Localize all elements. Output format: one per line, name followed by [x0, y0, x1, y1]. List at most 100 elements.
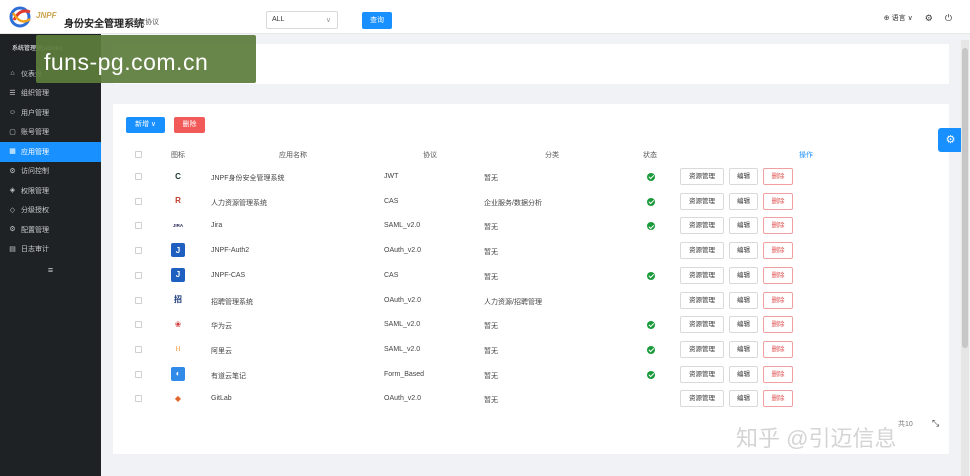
delete-button[interactable]: 删除 — [763, 242, 793, 260]
delete-button[interactable]: 删除 — [763, 390, 793, 408]
resource-manage-button[interactable]: 资源管理 — [680, 291, 724, 309]
delete-button[interactable]: 删除 — [763, 316, 793, 334]
app-logo-icon: C — [171, 169, 185, 183]
row-checkbox[interactable] — [135, 271, 142, 279]
edit-button[interactable]: 编辑 — [729, 291, 758, 309]
edit-button[interactable]: 编辑 — [729, 316, 758, 334]
power-icon[interactable]: ⏻ — [945, 13, 952, 23]
select-all-checkbox[interactable] — [135, 151, 142, 158]
column-icon: 图标 — [171, 152, 185, 159]
resource-manage-button[interactable]: 资源管理 — [680, 390, 724, 408]
language-switcher[interactable]: ⊕ 语言 ∨ — [884, 13, 913, 23]
sidebar-item-applications[interactable]: ▦ 应用管理 — [0, 142, 101, 162]
sidebar-item-accounts[interactable]: ▢ 账号管理 — [0, 123, 101, 143]
delete-button[interactable]: 删除 — [763, 217, 793, 235]
app-name: JNPF-CAS — [211, 271, 246, 279]
sidebar-item-audit-log[interactable]: ▤ 日志审计 — [0, 240, 101, 260]
row-checkbox[interactable] — [135, 222, 142, 230]
resource-manage-button[interactable]: 资源管理 — [680, 365, 724, 383]
resource-manage-button[interactable]: 资源管理 — [680, 316, 724, 334]
delete-button[interactable]: 删除 — [763, 365, 793, 383]
status-enabled-icon — [647, 222, 655, 231]
sidebar-item-organization[interactable]: ☰ 组织管理 — [0, 84, 101, 104]
edit-button[interactable]: 编辑 — [729, 390, 758, 408]
row-checkbox[interactable] — [135, 296, 142, 304]
row-checkbox[interactable] — [135, 173, 142, 180]
app-name: Jira — [211, 222, 223, 230]
scrollbar-thumb[interactable] — [962, 48, 968, 348]
row-checkbox[interactable] — [135, 321, 142, 329]
app-logo-icon: J — [171, 243, 185, 258]
access-control-icon: ⚙ — [9, 167, 16, 175]
delete-button[interactable]: 删除 — [763, 168, 793, 185]
delete-button[interactable]: 删除 — [763, 340, 793, 358]
sidebar-item-label: 账号管理 — [21, 129, 49, 137]
sidebar-item-label: 应用管理 — [21, 148, 49, 156]
user-icon: ☺ — [8, 109, 17, 117]
app-category: 暂无 — [484, 397, 498, 405]
query-button[interactable]: 查询 — [362, 12, 392, 29]
sidebar-item-access-control[interactable]: ⚙ 访问控制 — [0, 162, 101, 182]
batch-delete-button[interactable]: 删除 — [174, 117, 205, 133]
sidebar-collapse-icon[interactable]: ≡ — [0, 259, 101, 281]
edit-button[interactable]: 编辑 — [729, 365, 758, 383]
delete-button[interactable]: 删除 — [763, 291, 793, 309]
row-checkbox[interactable] — [135, 247, 142, 255]
app-logo-icon: JIRA — [171, 218, 185, 233]
account-icon: ▢ — [9, 128, 16, 136]
row-checkbox[interactable] — [135, 370, 142, 378]
sidebar-item-label: 访问控制 — [21, 168, 49, 176]
resource-manage-button[interactable]: 资源管理 — [680, 192, 724, 210]
filter-label: 授权协议 — [131, 19, 159, 26]
edit-button[interactable]: 编辑 — [729, 340, 758, 358]
status-enabled-icon — [647, 173, 655, 181]
app-logo-icon: R — [171, 193, 185, 208]
home-icon: ⌂ — [10, 70, 15, 78]
app-name: 招聘管理系统 — [211, 298, 253, 306]
delete-button[interactable]: 删除 — [763, 192, 793, 210]
resource-manage-button[interactable]: 资源管理 — [680, 340, 724, 358]
resource-manage-button[interactable]: 资源管理 — [680, 266, 724, 284]
delete-button[interactable]: 删除 — [763, 266, 793, 284]
resource-manage-button[interactable]: 资源管理 — [680, 168, 724, 185]
app-logo-icon: ◐ — [171, 366, 185, 381]
row-checkbox[interactable] — [135, 395, 142, 403]
table-row: R 人力资源管理系统 CAS 企业服务/数据分析 资源管理 编辑 删除 — [126, 190, 941, 215]
edit-button[interactable]: 编辑 — [729, 192, 758, 210]
app-protocol: SAML_v2.0 — [384, 345, 421, 353]
edit-button[interactable]: 编辑 — [729, 168, 758, 185]
sidebar: 系统管理员(admin) ⌂ 仪表盘 ☰ 组织管理 ☺ 用户管理 ▢ 账号管理 … — [0, 34, 101, 476]
app-name: JNPF-Auth2 — [211, 247, 250, 255]
status-enabled-icon — [647, 271, 655, 280]
app-protocol: OAuth_v2.0 — [384, 395, 421, 403]
chevron-down-icon: ∨ — [907, 14, 913, 22]
sidebar-item-configuration[interactable]: ⚙ 配置管理 — [0, 220, 101, 240]
row-checkbox[interactable] — [135, 197, 142, 205]
header-actions: ⊕ 语言 ∨ ⚙ ⏻ — [884, 13, 952, 23]
logo-icon — [9, 6, 31, 28]
gear-icon[interactable]: ⚙ — [925, 13, 933, 23]
sidebar-item-label: 用户管理 — [21, 109, 49, 117]
edit-button[interactable]: 编辑 — [729, 266, 758, 284]
floating-settings-button[interactable]: ⚙ — [938, 128, 963, 152]
language-label: 语言 — [891, 15, 906, 22]
resource-manage-button[interactable]: 资源管理 — [680, 242, 724, 260]
sidebar-item-delegation[interactable]: ◇ 分级授权 — [0, 201, 101, 221]
log-icon: ▤ — [9, 245, 16, 253]
sidebar-item-users[interactable]: ☺ 用户管理 — [0, 103, 101, 123]
add-button[interactable]: 新增 ∨ — [126, 117, 165, 133]
sidebar-item-permissions[interactable]: ◈ 权限管理 — [0, 181, 101, 201]
table-row: ◐ 有道云笔记 Form_Based 暂无 资源管理 编辑 删除 — [126, 363, 941, 388]
protocol-select[interactable]: ALL ∨ — [266, 11, 338, 29]
resource-manage-button[interactable]: 资源管理 — [680, 217, 724, 235]
app-name: JNPF身份安全管理系统 — [211, 175, 285, 182]
app-category: 企业服务/数据分析 — [484, 199, 542, 207]
row-checkbox[interactable] — [135, 345, 142, 353]
table-header: 图标 应用名称 协议 分类 状态 操作 — [126, 146, 941, 163]
edit-button[interactable]: 编辑 — [729, 217, 758, 235]
app-name: 有道云笔记 — [211, 372, 246, 380]
logo-text: JNPF — [36, 11, 57, 20]
edit-button[interactable]: 编辑 — [729, 242, 758, 260]
app-category: 暂无 — [484, 347, 498, 355]
watermark-zhihu-text: 知乎 @引迈信息 — [736, 426, 897, 451]
